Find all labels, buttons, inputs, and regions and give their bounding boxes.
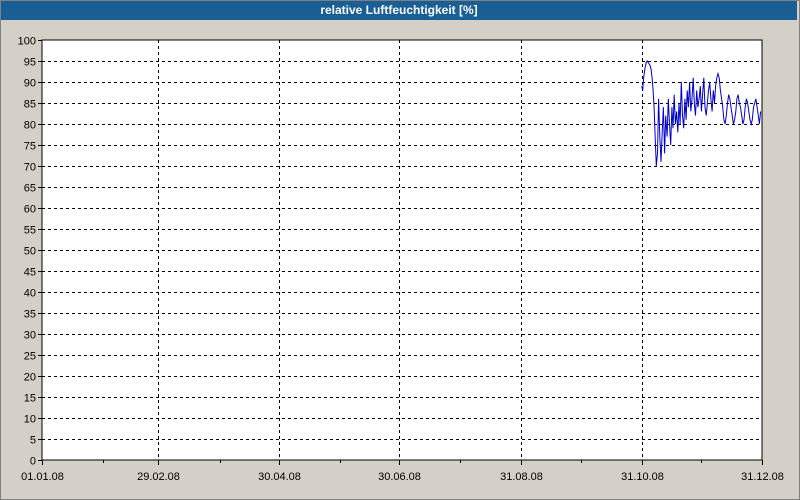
x-tick-label: 01.01.08 — [21, 471, 64, 483]
y-tick-label: 95 — [24, 57, 36, 69]
y-tick-label: 60 — [24, 204, 36, 216]
y-tick-label: 0 — [30, 456, 36, 468]
y-tick-label: 100 — [18, 36, 36, 48]
y-tick-label: 65 — [24, 183, 36, 195]
y-tick-label: 30 — [24, 330, 36, 342]
x-tick-label: 31.12.08 — [741, 471, 784, 483]
y-tick-label: 50 — [24, 246, 36, 258]
y-tick-label: 10 — [24, 414, 36, 426]
y-tick-label: 5 — [30, 435, 36, 447]
y-tick-label: 85 — [24, 99, 36, 111]
y-tick-label: 20 — [24, 372, 36, 384]
x-tick-label: 31.10.08 — [621, 471, 664, 483]
y-tick-label: 45 — [24, 267, 36, 279]
y-tick-label: 15 — [24, 393, 36, 405]
y-tick-label: 40 — [24, 288, 36, 300]
y-tick-label: 70 — [24, 162, 36, 174]
y-tick-label: 75 — [24, 141, 36, 153]
y-tick-label: 90 — [24, 78, 36, 90]
x-tick-label: 30.06.08 — [378, 471, 421, 483]
y-tick-label: 55 — [24, 225, 36, 237]
x-tick-label: 31.08.08 — [500, 471, 543, 483]
x-tick-label: 29.02.08 — [137, 471, 180, 483]
y-tick-label: 80 — [24, 120, 36, 132]
humidity-chart: 0 5 10 15 20 25 30 35 40 45 50 55 60 65 70 75 80 85 90 95 10… — [18, 36, 784, 484]
y-tick-label: 35 — [24, 309, 36, 321]
x-tick-label: 30.04.08 — [258, 471, 301, 483]
y-tick-label: 25 — [24, 351, 36, 363]
